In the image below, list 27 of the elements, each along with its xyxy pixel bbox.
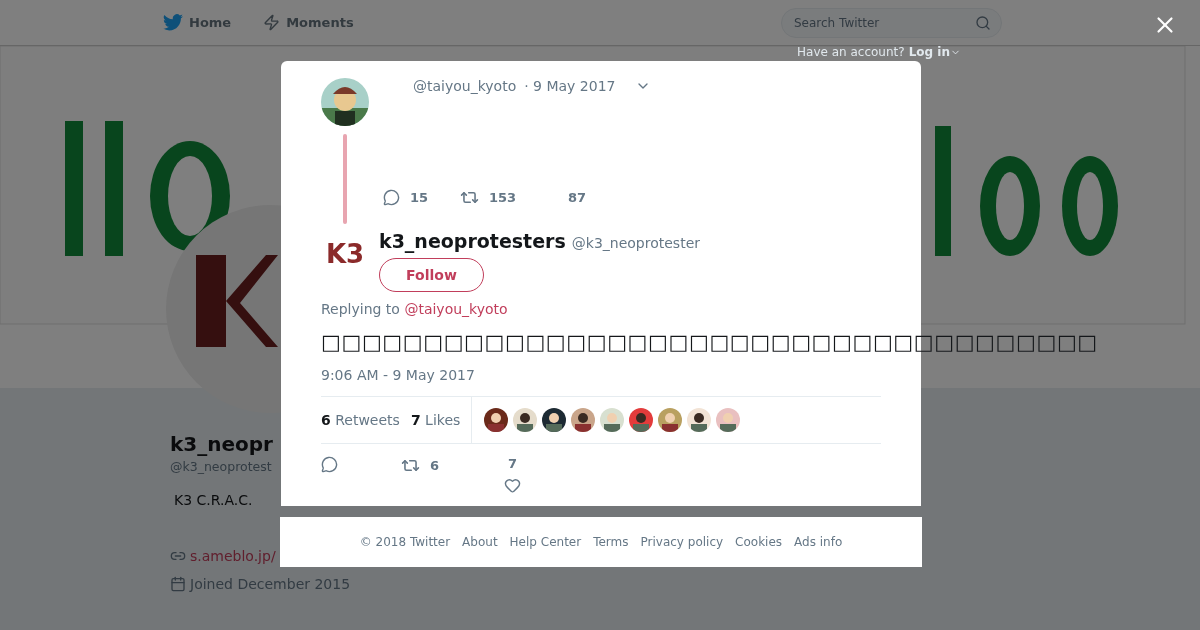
footer-link[interactable]: Cookies (735, 535, 783, 549)
joined-date: Joined December 2015 (190, 576, 351, 592)
profile-bio: K3 C.R.A.C. (174, 492, 253, 508)
retweets-stat[interactable]: 6 Retweets (321, 412, 400, 428)
retweet-count: 6 (430, 458, 440, 473)
search-field[interactable]: Search Twitter (781, 7, 1002, 38)
nav-link[interactable]: Home (163, 14, 232, 31)
profile-link[interactable]: s.ameblo.jp/ (190, 548, 276, 564)
footer-link[interactable]: About (462, 535, 498, 549)
likes-stat[interactable]: 7 Likes (410, 412, 461, 428)
copyright-text: © 2018 Twitter (359, 535, 451, 549)
profile-name: k3_neopr (170, 432, 273, 456)
footer-link[interactable]: Terms (593, 535, 629, 549)
lightning-icon (263, 14, 281, 31)
like-count: 7 (507, 456, 517, 471)
nav-link[interactable]: Moments (263, 14, 354, 31)
reply-icon[interactable] (321, 456, 338, 473)
calendar-icon (170, 576, 186, 592)
tweet-text: □□□□□□□□□□□□□□□□□□□□□□□□□□□□□□□□□□□□□□ (321, 329, 1098, 356)
footer-link[interactable]: Ads info (794, 535, 843, 549)
tweet-timestamp: 9:06 AM - 9 May 2017 (321, 367, 476, 383)
bird-icon (163, 14, 183, 31)
search-icon (975, 14, 991, 31)
footer-link[interactable]: Help Center (509, 535, 582, 549)
footer-link[interactable]: Privacy policy (640, 535, 724, 549)
profile-handle: @k3_neoprotest (170, 459, 272, 474)
heart-icon[interactable] (504, 477, 521, 494)
